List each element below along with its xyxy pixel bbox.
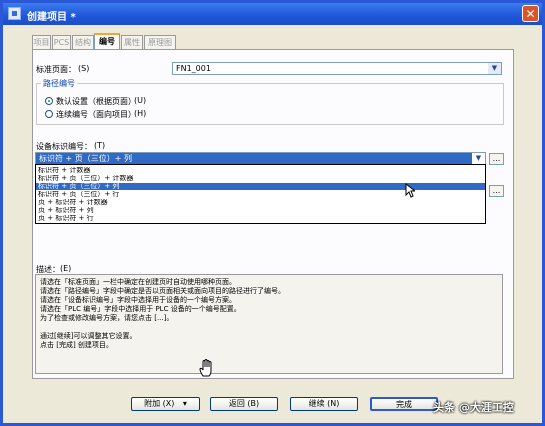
standard-page-value: FN1_001	[176, 64, 211, 73]
standard-page-select[interactable]: FN1_001 ▼	[172, 62, 502, 75]
dropdown-option[interactable]: 页 + 标识符 + 计数器	[36, 199, 485, 206]
chevron-down-icon: ▾	[182, 399, 187, 408]
description-line: 请选在「设备标识编号」字段中选择用于设备的一个编号方案。	[40, 296, 236, 304]
description-line: 请选在「标准页面」一栏中确定在创建页时自动使用哪种页面。	[40, 278, 236, 286]
path-numbering-title: 路径编号	[41, 78, 77, 89]
dropdown-option-selected[interactable]: 标识符 + 页（三位）+ 列	[36, 183, 485, 190]
radio-continuous-label[interactable]: 连续编号（面向项目）	[56, 109, 136, 120]
description-box: 请选在「标准页面」一栏中确定在创建页时自动使用哪种页面。 请选在「路径编号」字段…	[35, 274, 503, 374]
device-id-dropdown-list[interactable]: 标识符 + 计数器 标识符 + 页（三位）+ 计数器 标识符 + 页（三位）+ …	[35, 164, 486, 224]
extra-button-label: 附加 (X)	[144, 399, 175, 408]
mouse-pointer-icon	[405, 183, 415, 198]
description-line: 请选在「路径编号」字段中确定是否以页面相关或面向项目的路径进行了编号。	[40, 287, 285, 295]
app-icon	[8, 7, 21, 20]
description-line	[40, 323, 498, 332]
tab-structure[interactable]: 结构	[72, 35, 94, 49]
description-shortcut: (E)	[60, 264, 72, 273]
dropdown-option[interactable]: 标识符 + 页（三位）+ 计数器	[36, 175, 485, 182]
tab-schematic[interactable]: 原理图	[144, 35, 176, 49]
device-id-shortcut: (T)	[94, 141, 106, 150]
edit-plc-numbering-button[interactable]: ...	[489, 185, 504, 197]
radio-continuous-numbering[interactable]	[45, 110, 53, 118]
device-id-value: 标识符 + 页（三位）+ 列	[39, 154, 133, 163]
title-bar[interactable]: 创建项目 * ✕	[3, 3, 542, 25]
description-line: 请选在「PLC 编号」字段中选择用于 PLC 设备的一个编号配置。	[40, 305, 241, 313]
tab-numbering[interactable]: 编号	[94, 33, 120, 50]
dropdown-option[interactable]: 页 + 标识符 + 行	[36, 215, 485, 222]
radio-default-shortcut: (U)	[134, 96, 147, 105]
radio-default-numbering[interactable]	[45, 97, 53, 105]
description-line: 为了检查或修改编号方案，请您点击 [...]。	[40, 314, 174, 322]
dropdown-option[interactable]: 标识符 + 页（三位）+ 行	[36, 191, 485, 198]
window-title: 创建项目 *	[27, 12, 76, 23]
edit-numbering-scheme-button[interactable]: ...	[489, 153, 504, 165]
extra-button[interactable]: 附加 (X) ▾	[131, 397, 200, 411]
close-button[interactable]: ✕	[522, 5, 539, 22]
chevron-down-icon[interactable]: ▼	[488, 63, 501, 74]
tab-project[interactable]: 项目	[32, 35, 51, 49]
radio-continuous-shortcut: (H)	[134, 109, 147, 118]
dropdown-option[interactable]: 标识符 + 计数器	[36, 167, 485, 174]
standard-page-label: 标准页面：	[36, 65, 76, 74]
next-button[interactable]: 继续 (N)	[290, 397, 358, 411]
description-line: 通过[继续]可以调整其它设置。	[40, 332, 137, 340]
back-button[interactable]: 返回 (B)	[210, 397, 278, 411]
dropdown-option[interactable]: 页 + 标识符 + 列	[36, 207, 485, 214]
tab-pcs[interactable]: PCS	[52, 35, 71, 49]
description-line: 点击 [完成] 创建项目。	[40, 341, 113, 349]
hand-cursor-icon	[199, 359, 212, 377]
close-icon: ✕	[525, 7, 536, 21]
chevron-down-icon[interactable]: ▼	[472, 153, 485, 164]
standard-page-shortcut: (S)	[78, 64, 90, 73]
device-id-label: 设备标识编号：	[36, 142, 92, 151]
tab-properties[interactable]: 属性	[121, 35, 143, 49]
radio-default-label[interactable]: 数认设置（根据页面）	[56, 96, 136, 107]
watermark: 头条 @大涯工控	[433, 401, 514, 414]
finish-button[interactable]: 完成	[370, 397, 438, 411]
